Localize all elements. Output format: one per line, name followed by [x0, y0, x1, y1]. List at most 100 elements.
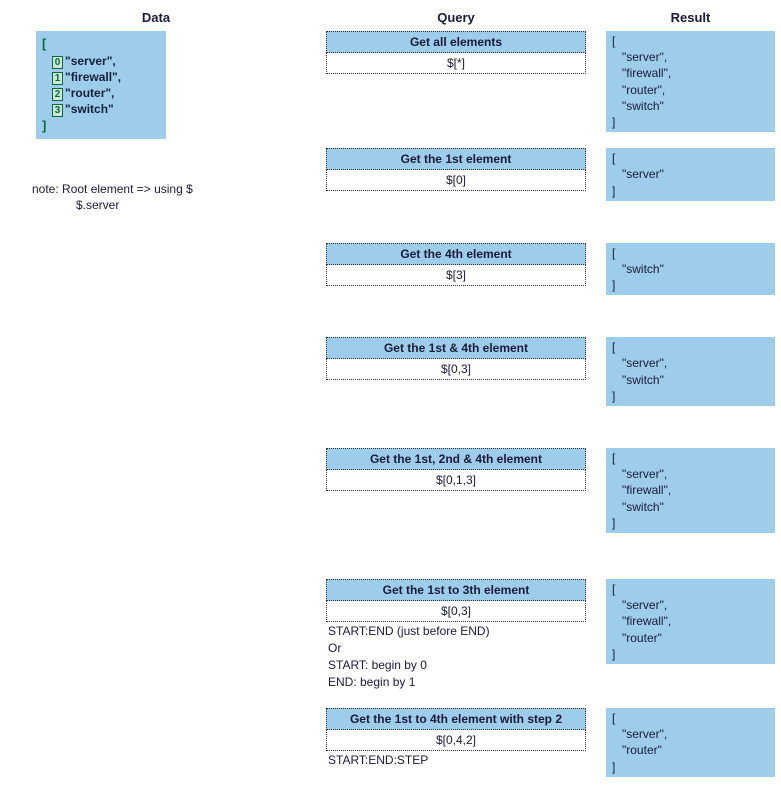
bracket-close: ] [612, 759, 769, 775]
result-block: ["server","router"] [606, 708, 775, 777]
data-index: 0 [52, 56, 63, 69]
result-item: "server", [612, 726, 769, 742]
result-item: "server", [612, 49, 769, 65]
gap [326, 74, 586, 124]
query-note: END: begin by 1 [328, 675, 586, 690]
data-index: 2 [52, 88, 63, 101]
result-item: "router", [612, 82, 769, 98]
query-title: Get the 1st to 3th element [326, 579, 586, 601]
query-block: Get the 1st element$[0] [326, 148, 586, 201]
query-expression: $[3] [326, 265, 586, 286]
result-json-box: ["server","switch"] [606, 337, 775, 406]
result-item: "server", [612, 597, 769, 613]
result-json-box: ["server","router"] [606, 708, 775, 777]
result-block: ["server","switch"] [606, 337, 775, 406]
gap [326, 301, 586, 337]
query-title: Get all elements [326, 31, 586, 53]
bracket-close: ] [612, 277, 769, 293]
query-note: START:END:STEP [328, 753, 586, 768]
result-json-box: ["server"] [606, 148, 775, 201]
root-note: note: Root element => using $$.server [32, 181, 306, 213]
gap [606, 539, 775, 579]
data-value: "server", [65, 54, 116, 68]
query-block: Get the 1st to 3th element$[0,3] START:EN… [326, 579, 586, 692]
bracket-close: ] [612, 515, 769, 531]
result-item: "router" [612, 630, 769, 646]
query-expression: $[0,1,3] [326, 470, 586, 491]
result-block: ["server","firewall","router","switch"] [606, 31, 775, 132]
query-block: Get the 1st, 2nd & 4th element$[0,1,3] [326, 448, 586, 533]
result-json-box: ["server","firewall","router"] [606, 579, 775, 664]
bracket-open: [ [612, 339, 769, 355]
result-json-box: ["switch"] [606, 243, 775, 296]
result-item: "server", [612, 466, 769, 482]
query-expression: $[0] [326, 170, 586, 191]
header-query: Query [326, 6, 586, 31]
result-item: "server", [612, 355, 769, 371]
query-block: Get the 4th element$[3] [326, 243, 586, 296]
result-item: "firewall", [612, 482, 769, 498]
query-block: Get all elements$[*] [326, 31, 586, 132]
data-value: "switch" [65, 102, 114, 116]
gap [326, 539, 586, 579]
query-note: Or [328, 641, 586, 656]
data-index: 3 [52, 104, 63, 117]
query-title: Get the 1st to 4th element with step 2 [326, 708, 586, 730]
query-block: Get the 1st to 4th element with step 2$[… [326, 708, 586, 777]
bracket-close: ] [612, 114, 769, 130]
query-block: Get the 1st & 4th element$[0,3] [326, 337, 586, 406]
result-item: "switch" [612, 499, 769, 515]
gap [606, 412, 775, 448]
bracket-open: [ [612, 245, 769, 261]
bracket-close: ] [612, 646, 769, 662]
query-expression: $[0,4,2] [326, 730, 586, 751]
query-note: START: begin by 0 [328, 658, 586, 673]
result-block: ["server","firewall","switch"] [606, 448, 775, 533]
gap [606, 207, 775, 243]
header-result: Result [606, 6, 775, 31]
data-item: 0"server", [42, 53, 160, 69]
note-line2: $.server [32, 197, 306, 213]
query-title: Get the 1st element [326, 148, 586, 170]
query-note: START:END (just before END) [328, 624, 586, 639]
gap [606, 138, 775, 148]
data-item: 1"firewall", [42, 69, 160, 85]
bracket-open: [ [42, 35, 160, 53]
gap [606, 698, 775, 708]
bracket-close: ] [612, 183, 769, 199]
result-item: "switch" [612, 98, 769, 114]
gap [326, 412, 586, 448]
bracket-open: [ [612, 581, 769, 597]
data-column: [0"server",1"firewall",2"router",3"switc… [6, 31, 306, 783]
data-value: "router", [65, 86, 114, 100]
data-item: 2"router", [42, 85, 160, 101]
bracket-close: ] [612, 388, 769, 404]
data-json-box: [0"server",1"firewall",2"router",3"switc… [36, 31, 166, 139]
gap [606, 301, 775, 337]
bracket-open: [ [612, 710, 769, 726]
result-item: "firewall", [612, 613, 769, 629]
note-line1: note: Root element => using $ [32, 181, 306, 197]
query-title: Get the 1st, 2nd & 4th element [326, 448, 586, 470]
gap [326, 207, 586, 243]
result-json-box: ["server","firewall","switch"] [606, 448, 775, 533]
bracket-close: ] [42, 117, 160, 135]
result-block: ["server"] [606, 148, 775, 201]
result-block: ["server","firewall","router"] [606, 579, 775, 692]
bracket-open: [ [612, 33, 769, 49]
data-index: 1 [52, 72, 63, 85]
gap [326, 698, 586, 708]
result-item: "switch" [612, 372, 769, 388]
bracket-open: [ [612, 150, 769, 166]
result-json-box: ["server","firewall","router","switch"] [606, 31, 775, 132]
bracket-open: [ [612, 450, 769, 466]
result-item: "server" [612, 166, 769, 182]
data-item: 3"switch" [42, 101, 160, 117]
header-data: Data [6, 6, 306, 31]
query-expression: $[0,3] [326, 601, 586, 622]
query-title: Get the 1st & 4th element [326, 337, 586, 359]
query-expression: $[*] [326, 53, 586, 74]
result-item: "router" [612, 742, 769, 758]
query-expression: $[0,3] [326, 359, 586, 380]
data-value: "firewall", [65, 70, 121, 84]
